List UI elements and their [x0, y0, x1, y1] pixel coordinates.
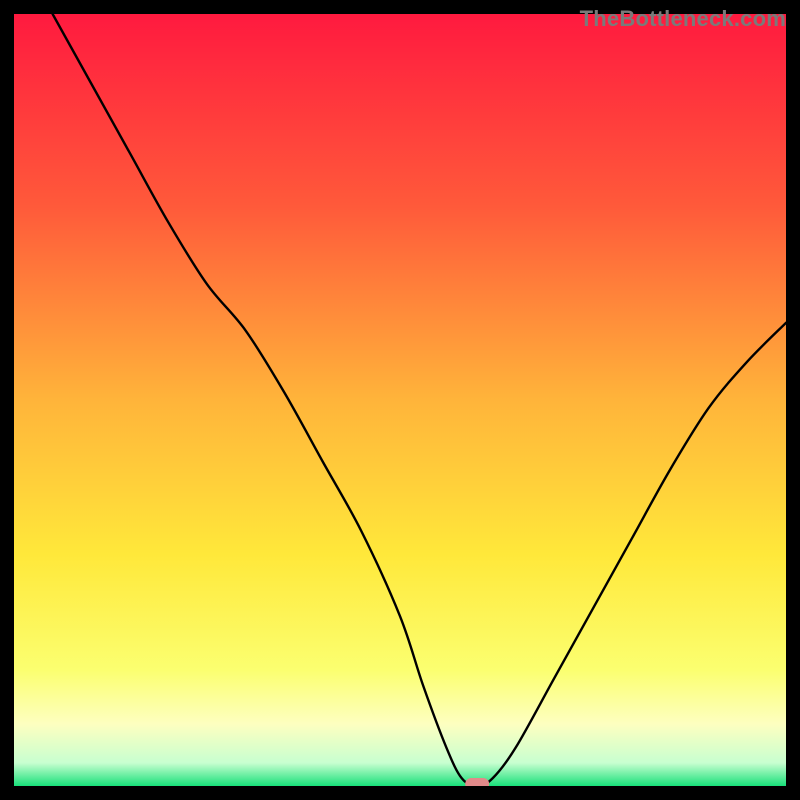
- chart-frame: TheBottleneck.com: [0, 0, 800, 800]
- optimum-marker: [465, 778, 489, 786]
- gradient-background: [14, 14, 786, 786]
- watermark-text: TheBottleneck.com: [580, 6, 786, 32]
- bottleneck-chart: [14, 14, 786, 786]
